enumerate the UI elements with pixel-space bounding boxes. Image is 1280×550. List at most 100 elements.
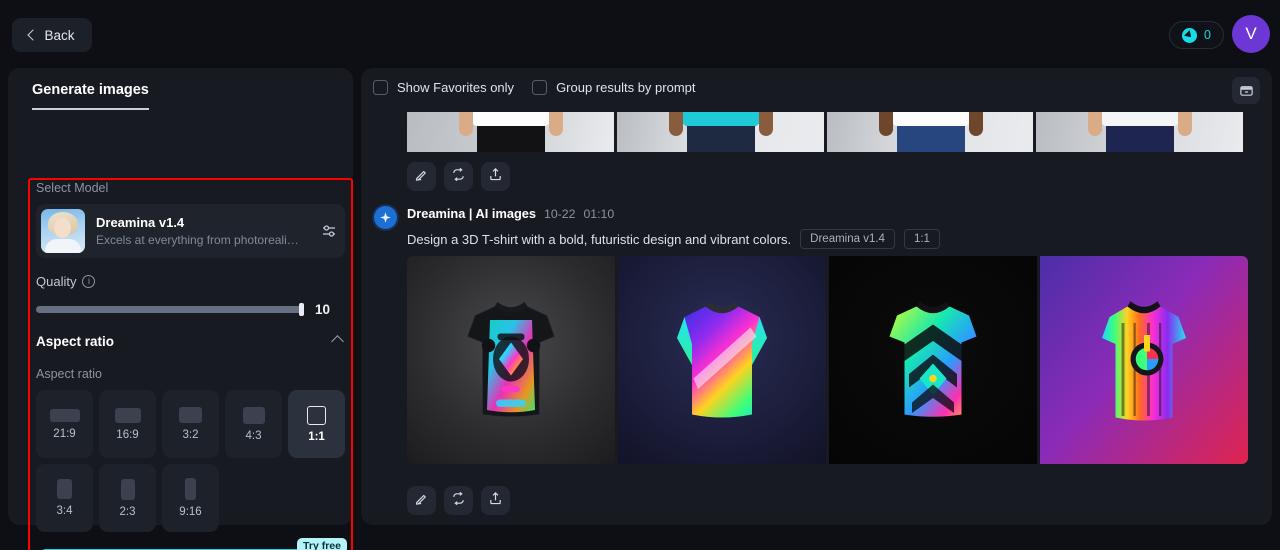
previous-result-thumb-3[interactable] [826, 112, 1034, 152]
filter-label: Show Favorites only [397, 80, 515, 95]
previous-result-thumb-2[interactable] [616, 112, 824, 152]
upload-export-icon [488, 491, 503, 511]
previous-result-thumb-4[interactable] [1036, 112, 1243, 152]
aspect-ratio-grid: 21:9 16:9 3:2 4:3 1:1 3:4 2:3 9:16 [36, 390, 345, 532]
quality-value: 10 [315, 302, 331, 317]
result-image-3[interactable] [829, 256, 1037, 464]
aspect-ratio-option-1-1[interactable]: 1:1 [288, 390, 345, 458]
results-panel: Show Favorites only Group results by prom… [361, 68, 1272, 525]
regenerate-icon [451, 167, 466, 187]
tshirt-render-icon [647, 270, 797, 450]
dreamina-sparkle-icon [374, 206, 397, 229]
tshirt-render-icon [858, 270, 1008, 450]
quality-label: Quality [36, 274, 77, 289]
aspect-ratio-shape [57, 479, 72, 499]
results-image-grid [407, 256, 1248, 464]
aspect-ratio-option-21-9[interactable]: 21:9 [36, 390, 93, 458]
aspect-ratio-shape [242, 406, 265, 424]
try-free-badge: Try free [297, 538, 347, 550]
model-name: Dreamina v1.4 [96, 215, 185, 230]
edit-pencil-icon [414, 491, 429, 511]
results-toolbar: Show Favorites only Group results by prom… [361, 68, 1272, 112]
app-root: Back 0 V Generate images Select Model Dr… [0, 0, 1280, 550]
aspect-ratio-option-9-16[interactable]: 9:16 [162, 464, 219, 532]
model-meta: Dreamina v1.4 Excels at everything from … [96, 215, 313, 247]
result-image-2[interactable] [618, 256, 826, 464]
filter-checkbox-favorites[interactable]: Show Favorites only [373, 80, 514, 95]
aspect-ratio-section-header[interactable]: Aspect ratio [36, 334, 345, 349]
back-button[interactable]: Back [12, 18, 92, 52]
tab-generate-images[interactable]: Generate images [32, 82, 149, 110]
result-prompt-row: Design a 3D T-shirt with a bold, futuris… [407, 229, 1257, 249]
credits-badge[interactable]: 0 [1169, 21, 1224, 49]
edit-button[interactable] [407, 162, 436, 191]
checkbox-box-icon[interactable] [532, 80, 548, 95]
aspect-ratio-label: 3:4 [56, 505, 73, 517]
quality-slider-row: 10 [36, 302, 345, 317]
aspect-ratio-label: 16:9 [116, 428, 139, 441]
result-meta: Dreamina | AI images 10-22 01:10 Design … [407, 206, 1257, 249]
aspect-ratio-option-16-9[interactable]: 16:9 [99, 390, 156, 458]
quality-row: Quality i [36, 274, 96, 289]
archive-folder-icon[interactable] [1232, 77, 1260, 104]
result-prompt: Design a 3D T-shirt with a bold, futuris… [407, 231, 792, 247]
aspect-ratio-label: 4:3 [245, 429, 262, 442]
sliders-icon[interactable] [313, 223, 345, 239]
result-chip-model[interactable]: Dreamina v1.4 [800, 229, 895, 249]
edit-button[interactable] [407, 486, 436, 515]
aspect-ratio-option-3-4[interactable]: 3:4 [36, 464, 93, 532]
chevron-left-icon [27, 29, 40, 41]
export-button[interactable] [481, 162, 510, 191]
result-image-4[interactable] [1040, 256, 1248, 464]
results-filters: Show Favorites only Group results by prom… [373, 80, 696, 95]
quality-slider[interactable] [36, 303, 304, 316]
aspect-ratio-sub-label: Aspect ratio [36, 367, 103, 381]
quality-slider-knob[interactable] [299, 303, 304, 316]
result-actions-bottom [407, 486, 510, 515]
credit-coin-icon [1182, 27, 1198, 43]
back-button-label: Back [44, 27, 75, 43]
aspect-ratio-option-3-2[interactable]: 3:2 [162, 390, 219, 458]
tshirt-render-icon [436, 270, 586, 450]
credits-value: 0 [1204, 28, 1211, 42]
regenerate-button[interactable] [444, 486, 473, 515]
filter-checkbox-group-by-prompt[interactable]: Group results by prompt [532, 80, 696, 95]
result-chip-ratio[interactable]: 1:1 [903, 229, 940, 249]
regenerate-icon [451, 491, 466, 511]
result-time: 01:10 [583, 206, 615, 221]
result-date: 10-22 [544, 206, 576, 221]
model-selector-card[interactable]: Dreamina v1.4 Excels at everything from … [36, 204, 345, 258]
result-source: Dreamina | AI images [407, 206, 536, 221]
edit-pencil-icon [414, 167, 429, 187]
aspect-ratio-label: 2:3 [119, 505, 136, 518]
result-actions-top [407, 162, 510, 191]
aspect-ratio-option-2-3[interactable]: 2:3 [99, 464, 156, 532]
result-image-1[interactable] [407, 256, 615, 464]
export-button[interactable] [481, 486, 510, 515]
avatar-initial: V [1245, 24, 1257, 43]
aspect-ratio-shape [49, 408, 80, 422]
generate-panel: Generate images Select Model Dreamina v1… [8, 68, 353, 550]
checkbox-box-icon[interactable] [373, 80, 388, 95]
regenerate-button[interactable] [444, 162, 473, 191]
previous-results-strip[interactable] [407, 112, 1243, 152]
aspect-ratio-label: 3:2 [182, 429, 199, 441]
tab-generate-images-label: Generate images [32, 82, 149, 98]
aspect-ratio-label: 21:9 [53, 427, 76, 440]
result-meta-row: Dreamina | AI images 10-22 01:10 [407, 206, 1257, 221]
upload-export-icon [488, 167, 503, 187]
model-avatar-thumbnail [41, 209, 85, 253]
aspect-ratio-shape [179, 407, 202, 423]
chevron-up-icon [331, 335, 344, 348]
aspect-ratio-label: 1:1 [308, 430, 325, 443]
aspect-ratio-shape [114, 407, 141, 423]
info-icon[interactable]: i [82, 275, 96, 288]
tshirt-render-icon [1069, 270, 1219, 450]
filter-label: Group results by prompt [556, 80, 696, 95]
aspect-ratio-title: Aspect ratio [36, 334, 115, 349]
aspect-ratio-option-4-3[interactable]: 4:3 [225, 390, 282, 458]
previous-result-thumb-1[interactable] [407, 112, 614, 152]
user-avatar[interactable]: V [1232, 15, 1270, 53]
model-description: Excels at everything from photoreali… [96, 233, 299, 247]
aspect-ratio-shape [120, 478, 135, 500]
